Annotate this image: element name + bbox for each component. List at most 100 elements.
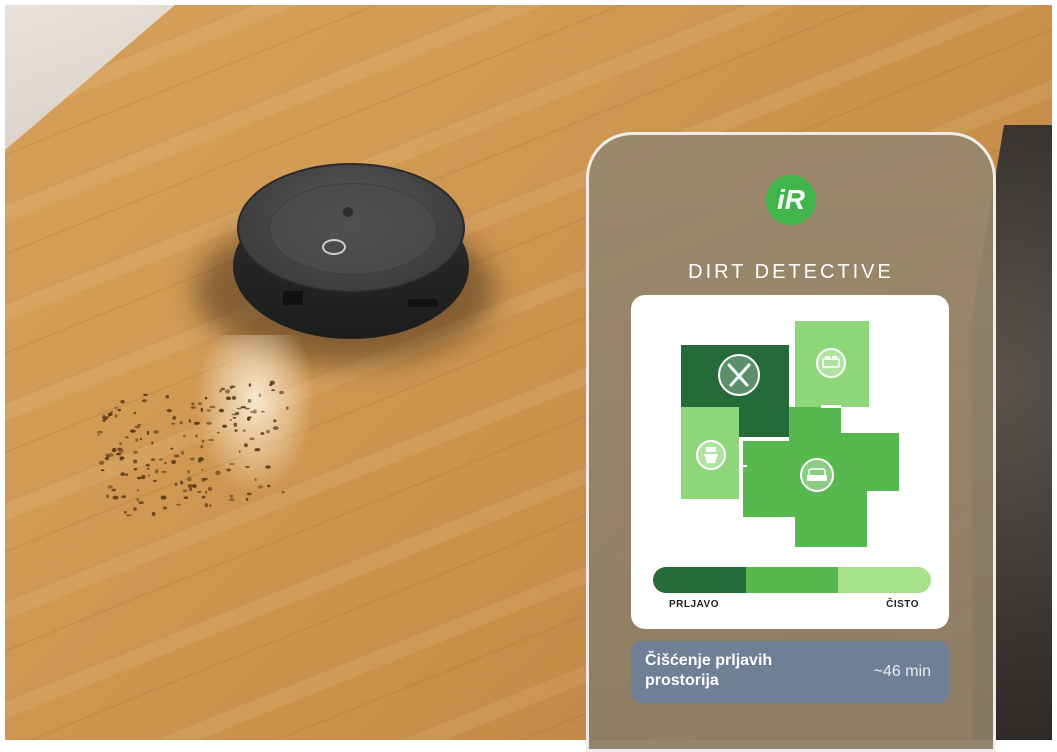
debris-speck	[225, 396, 232, 401]
floor-map	[681, 321, 899, 547]
debris-speck	[279, 390, 285, 395]
debris-speck	[151, 458, 155, 461]
debris-speck	[198, 457, 204, 462]
debris-speck	[176, 503, 182, 506]
cleaning-status-card[interactable]: Čišćenje prljavih prostorija ~46 min	[631, 641, 949, 703]
debris-speck	[232, 416, 237, 419]
debris-speck	[229, 498, 235, 502]
debris-speck	[215, 470, 221, 476]
robot-lid	[269, 183, 437, 275]
debris-speck	[103, 418, 106, 423]
debris-speck	[112, 495, 119, 500]
debris-speck	[207, 487, 212, 491]
debris-speck	[273, 419, 277, 423]
debris-speck	[189, 487, 193, 492]
debris-speck	[141, 399, 147, 403]
debris-speck	[231, 395, 237, 400]
debris-speck	[272, 426, 279, 430]
debris-speck	[165, 394, 169, 399]
debris-speck	[244, 443, 248, 448]
debris-speck	[229, 385, 236, 388]
debris-speck	[205, 490, 208, 495]
debris-speck	[147, 467, 150, 470]
debris-speck	[117, 447, 123, 451]
debris-speck	[242, 429, 246, 432]
debris-speck	[183, 434, 186, 438]
debris-speck	[229, 494, 234, 498]
debris-speck	[204, 396, 208, 400]
bed-icon	[816, 348, 846, 378]
debris-speck	[130, 429, 136, 433]
debris-speck	[224, 389, 231, 394]
debris-speck	[147, 474, 151, 477]
debris-speck	[281, 491, 285, 494]
debris-speck	[105, 453, 108, 457]
debris-speck	[266, 429, 270, 434]
debris-speck	[244, 407, 250, 410]
debris-speck	[249, 437, 255, 441]
debris-speck	[265, 465, 271, 469]
debris-speck	[195, 434, 198, 438]
debris-speck	[246, 492, 252, 496]
debris-speck	[116, 452, 122, 456]
debris-speck	[164, 461, 167, 465]
debris-speck	[209, 504, 212, 507]
debris-speck	[226, 468, 232, 472]
debris-speck	[115, 407, 118, 409]
legend-clean-label: ČISTO	[886, 599, 919, 610]
debris-speck	[174, 482, 178, 487]
debris-speck	[187, 476, 192, 482]
wall-corner	[5, 5, 175, 150]
debris-speck	[143, 393, 148, 397]
legend-dirty-label: PRLJAVO	[669, 599, 719, 610]
debris-speck	[187, 484, 193, 488]
debris-speck	[201, 495, 206, 499]
debris-speck	[133, 411, 137, 415]
debris-speck	[152, 479, 157, 483]
debris-speck	[191, 402, 195, 406]
debris-speck	[166, 409, 172, 413]
debris-speck	[181, 450, 184, 455]
debris-speck	[171, 459, 177, 465]
robot-vacuum	[233, 163, 469, 339]
legend-clean-segment	[838, 567, 931, 593]
debris-speck	[238, 450, 241, 453]
debris-speck	[180, 480, 184, 485]
debris-speck	[206, 421, 212, 425]
debris-speck	[160, 495, 167, 500]
debris-speck	[133, 507, 137, 511]
debris-speck	[146, 430, 150, 436]
debris-speck	[254, 478, 257, 482]
debris-speck	[145, 464, 150, 467]
robot-logo-icon	[343, 207, 353, 217]
debris-speck	[135, 438, 139, 442]
debris-speck	[125, 514, 132, 517]
debris-speck	[190, 457, 195, 461]
debris-speck	[245, 466, 250, 468]
debris-speck	[216, 431, 220, 434]
debris-speck	[137, 423, 141, 426]
dirt-map-card: PRLJAVO ČISTO	[631, 295, 949, 629]
debris-speck	[120, 472, 126, 477]
status-text: Čišćenje prljavih prostorija	[645, 652, 773, 689]
armchair-icon	[800, 458, 834, 492]
debris-speck	[119, 442, 122, 446]
debris-speck	[209, 405, 216, 409]
toilet-icon	[696, 440, 726, 470]
debris-speck	[136, 476, 142, 480]
debris-speck	[254, 448, 261, 452]
debris-speck	[229, 418, 232, 421]
debris-speck	[200, 445, 204, 449]
debris-speck	[125, 473, 129, 476]
debris-speck	[124, 436, 129, 439]
debris-speck	[269, 380, 275, 385]
door	[739, 465, 747, 467]
debris-speck	[206, 409, 211, 412]
dirt-debris	[97, 380, 289, 517]
robot-vent	[408, 299, 438, 307]
debris-speck	[236, 407, 242, 410]
debris-speck	[247, 399, 252, 403]
debris-speck	[111, 488, 116, 492]
debris-speck	[201, 478, 206, 482]
debris-speck	[240, 406, 247, 409]
